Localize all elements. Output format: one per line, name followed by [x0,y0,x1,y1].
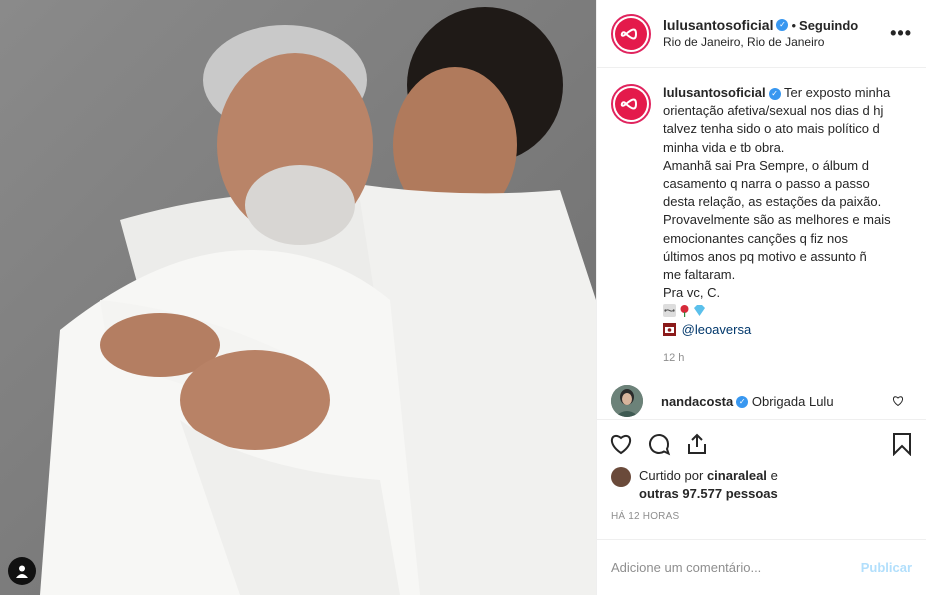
rose-icon [680,305,689,318]
author-username[interactable]: lulusantosoficial [663,17,773,33]
likes-and: e [770,468,778,483]
likes-count-link[interactable]: outras 97.577 pessoas [639,486,778,501]
caption-line: talvez tenha sido o ato mais político d [663,121,880,137]
like-comment-heart-icon[interactable] [892,395,904,407]
liker-username[interactable]: cinaraleal [707,468,767,483]
commenter-username[interactable]: nandacosta [661,394,733,409]
photo-illustration [0,0,596,595]
caption-line: orientação afetiva/sexual nos dias d hj [663,103,884,119]
commenter-avatar[interactable] [611,385,643,418]
action-bar [597,419,926,467]
caption-line: desta relação, as estações da paixão. [663,194,882,210]
instagram-post: lulusantosoficial ✓ • Seguindo Rio de Janei… [0,0,926,595]
verified-badge-icon: ✓ [776,19,789,32]
infinity-logo-icon [620,28,638,39]
liker-avatar[interactable] [611,467,631,487]
caption-text: lulusantosoficial ✓ Ter exposto minha ori… [663,84,912,367]
bookmark-icon[interactable] [890,432,914,456]
post-sidebar: lulusantosoficial ✓ • Seguindo Rio de Janei… [596,0,926,595]
infinity-icon [663,304,676,318]
tagged-users-icon[interactable] [8,557,36,585]
comments-area: lulusantosoficial ✓ Ter exposto minha ori… [597,68,926,419]
post-timestamp[interactable]: HÁ 12 HORAS [597,505,926,529]
caption-line: casamento q narra o passo a passo [663,176,870,192]
emoji-line [663,302,912,320]
comment-bubble-icon[interactable] [647,432,671,456]
caption-line: Provavelmente são as melhores e mais [663,212,891,228]
caption-line: emocionantes canções q fiz nos [663,230,848,246]
follow-status-button[interactable]: Seguindo [799,18,858,33]
caption-time[interactable]: 12 h [663,349,912,367]
comment-input[interactable] [611,560,861,575]
author-avatar[interactable] [611,13,651,54]
diamond-icon [694,305,705,317]
caption-username[interactable]: lulusantosoficial [663,85,766,100]
infinity-logo-icon [620,98,638,110]
like-heart-icon[interactable] [609,432,633,456]
caption-line: Pra vc, C. [663,285,721,301]
mention-link[interactable]: @leoaversa [682,322,752,337]
verified-badge-icon: ✓ [768,87,781,100]
caption-author-avatar[interactable] [611,84,651,124]
caption-line: me faltaram. [663,267,736,283]
likes-prefix: Curtido por [639,468,704,483]
add-comment-bar: Publicar [597,539,926,595]
separator-dot: • [791,17,797,33]
caption-line: últimos anos pq motivo e assunto ñ [663,248,867,264]
comment-text: Obrigada Lulu [751,393,834,409]
publish-button[interactable]: Publicar [861,560,912,575]
camera-icon [663,322,676,336]
post-location[interactable]: Rio de Janeiro, Rio de Janeiro [663,34,890,51]
more-options-icon[interactable]: ••• [890,23,912,44]
post-header: lulusantosoficial ✓ • Seguindo Rio de Janei… [597,0,926,68]
caption-line: minha vida e tb obra. [663,139,785,155]
comment-row: nandacosta ✓ Obrigada Lulu [611,385,912,418]
verified-badge-icon: ✓ [736,396,749,409]
caption: lulusantosoficial ✓ Ter exposto minha ori… [611,84,912,367]
likes-summary: Curtido por cinaraleal e outras 97.577 p… [597,467,926,505]
caption-line: Ter exposto minha [783,85,891,100]
caption-line: Amanhã sai Pra Sempre, o álbum d [663,157,869,173]
post-photo[interactable] [0,0,596,595]
share-icon[interactable] [685,432,709,456]
